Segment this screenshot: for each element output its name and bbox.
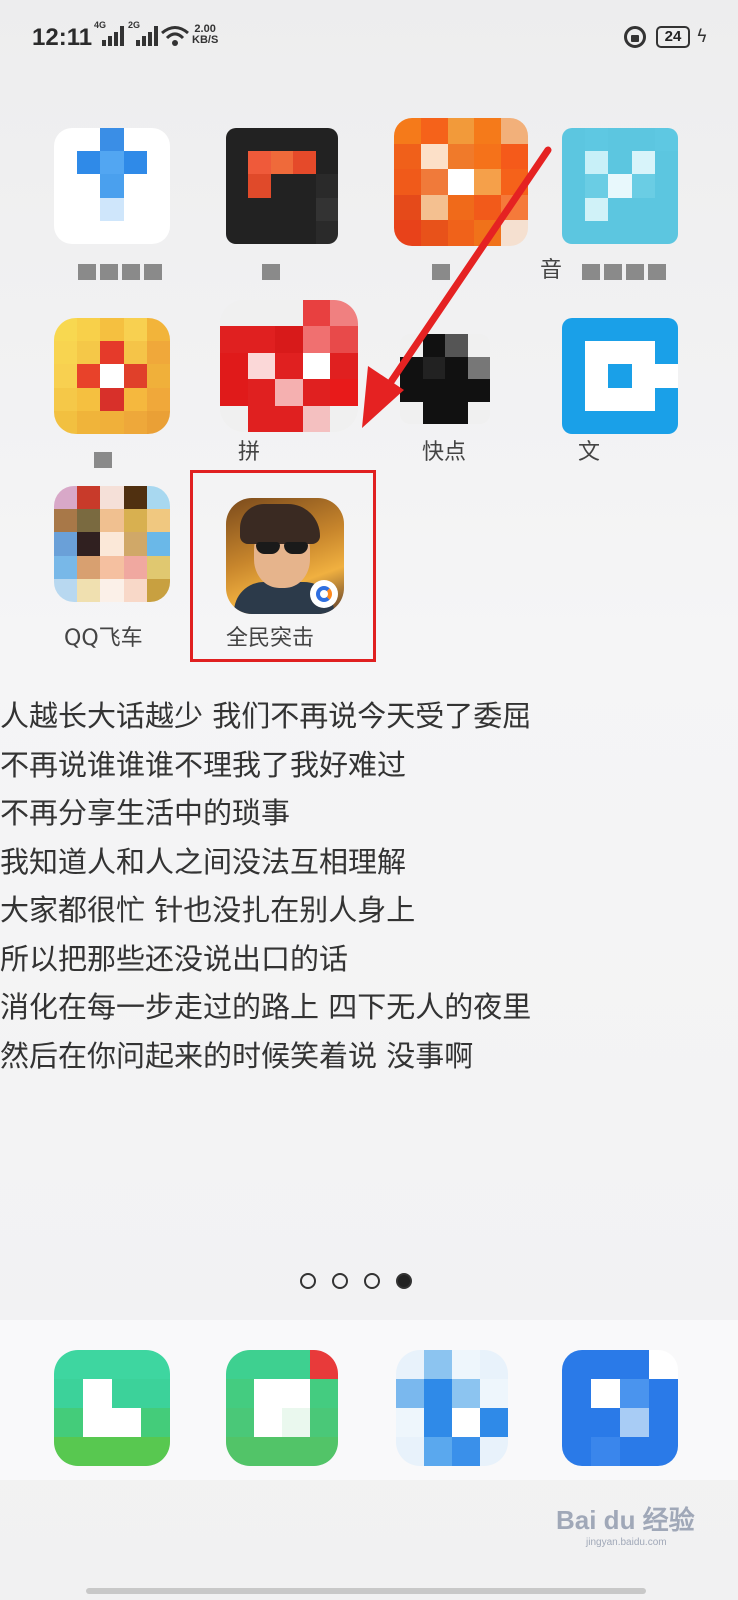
page-dot[interactable] (364, 1273, 380, 1289)
lyric-line: 不再说谁谁谁不理我了我好难过 (0, 747, 407, 782)
lyric-line: 所以把那些还没说出口的话 (0, 941, 349, 976)
page-dot[interactable] (300, 1273, 316, 1289)
lyric-line: 然后在你问起来的时候笑着说 没事啊 (0, 1038, 474, 1073)
pixelated-app-icon (54, 1350, 170, 1466)
page-indicator[interactable] (300, 1273, 412, 1289)
lyric-line: 我知道人和人之间没法互相理解 (0, 844, 407, 879)
lyric-line: 人越长大话越少 我们不再说今天受了委屈 (0, 699, 532, 733)
pixelated-app-icon (562, 1350, 678, 1466)
lyrics-widget: 人越长大话越少 我们不再说今天受了委屈 不再说谁谁谁不理我了我好难过 不再分享生… (0, 692, 738, 1080)
lyric-line: 消化在每一步走过的路上 四下无人的夜里 (0, 990, 532, 1024)
pointer-arrow (362, 146, 552, 428)
gesture-bar[interactable] (86, 1588, 646, 1594)
lyric-line: 大家都很忙 针也没扎在别人身上 (0, 893, 416, 927)
pixelated-app-icon (396, 1350, 508, 1466)
lyric-line: 不再分享生活中的琐事 (0, 796, 291, 830)
page-dot[interactable] (332, 1273, 348, 1289)
watermark: Bai du 经验 jingyan.baidu.com (556, 1505, 695, 1548)
page-dot-active[interactable] (396, 1273, 412, 1289)
pixelated-app-icon (226, 1350, 338, 1466)
